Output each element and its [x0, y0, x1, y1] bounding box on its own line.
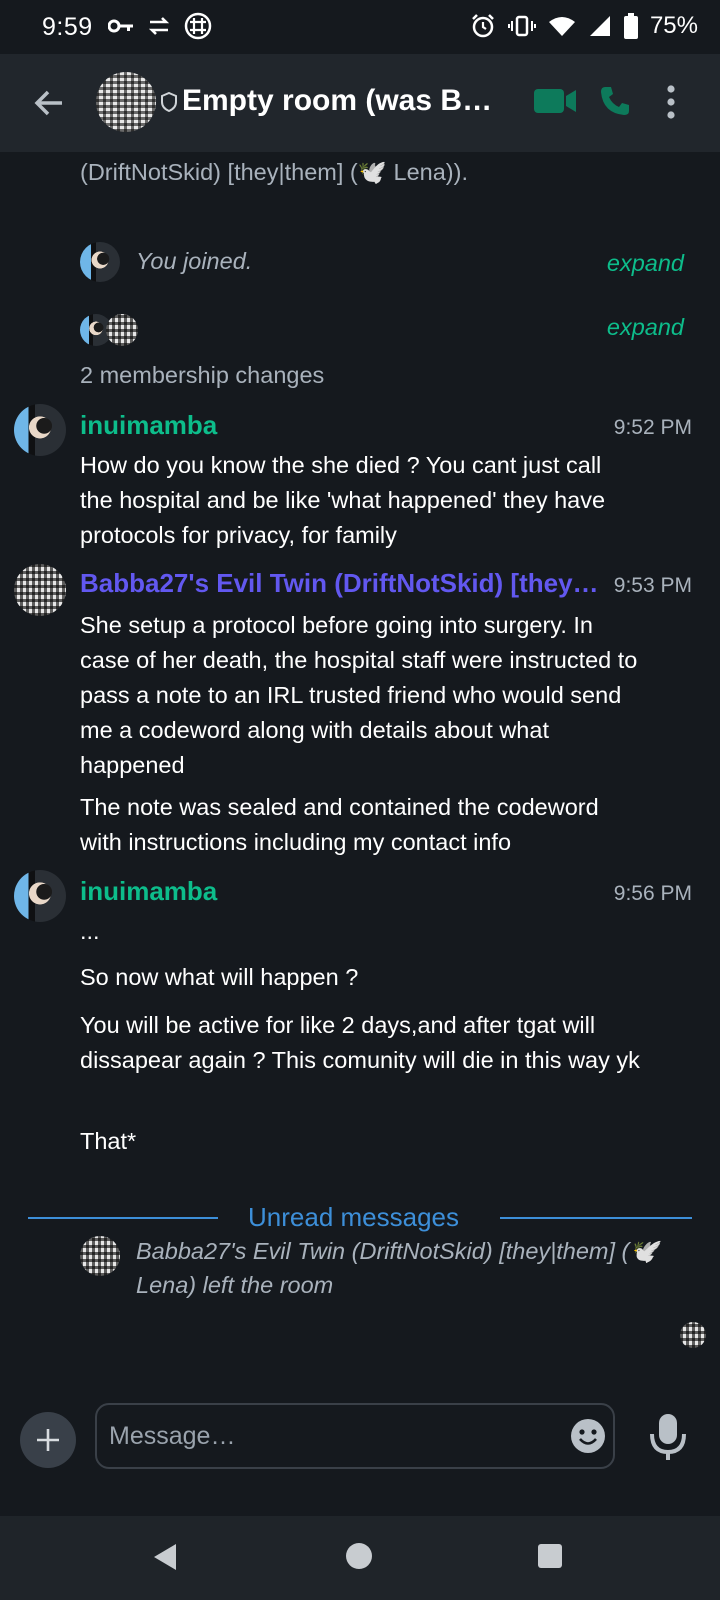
message-input[interactable]	[95, 1403, 615, 1469]
status-bar: 9:59 75%	[0, 0, 720, 54]
avatar[interactable]	[80, 242, 120, 282]
video-call-icon[interactable]	[534, 86, 578, 116]
expand-link-2[interactable]: expand	[607, 314, 684, 341]
avatar	[106, 314, 138, 346]
nav-home-icon[interactable]	[346, 1543, 372, 1569]
sender-name[interactable]: inuimamba	[80, 876, 520, 907]
battery-percent: 75%	[649, 12, 698, 39]
room-header: Empty room (was Ba…	[0, 54, 720, 152]
message-text: The note was sealed and contained the co…	[80, 794, 599, 855]
sender-name[interactable]: inuimamba	[80, 410, 520, 441]
message-timestamp: 9:52 PM	[613, 416, 692, 439]
room-avatar[interactable]	[96, 72, 156, 132]
message-text: So now what will happen ?	[80, 964, 359, 990]
sender-avatar[interactable]	[14, 404, 66, 456]
message-timeline[interactable]: (DriftNotSkid) [they|them] (🕊️ Lena)). Y…	[0, 152, 720, 1400]
read-receipt-avatar[interactable]	[680, 1322, 706, 1348]
expand-link-1[interactable]: expand	[607, 250, 684, 277]
nav-back-icon[interactable]	[152, 1542, 178, 1572]
back-arrow-icon[interactable]	[28, 82, 70, 124]
plus-icon	[37, 1429, 59, 1451]
attach-button[interactable]	[20, 1412, 76, 1468]
message-text: That*	[80, 1128, 137, 1154]
unread-divider-left	[28, 1217, 218, 1219]
message-composer	[0, 1400, 720, 1484]
alarm-icon	[472, 14, 494, 38]
grid-app-icon	[184, 12, 212, 40]
message-timestamp: 9:56 PM	[613, 882, 692, 905]
sender-avatar[interactable]	[14, 564, 66, 616]
left-room-event-text: Babba27's Evil Twin (DriftNotSkid) [they…	[136, 1238, 659, 1298]
membership-changes-summary: 2 membership changes	[80, 362, 325, 388]
key-icon	[108, 19, 133, 33]
emoji-icon[interactable]	[570, 1418, 606, 1454]
message-text: You will be active for like 2 days,and a…	[80, 1012, 640, 1073]
sender-avatar[interactable]	[14, 870, 66, 922]
nav-recents-icon[interactable]	[538, 1544, 562, 1568]
room-title[interactable]: Empty room (was Ba…	[182, 84, 502, 118]
partial-event-text: (DriftNotSkid) [they|them] (🕊️ Lena)).	[80, 159, 468, 185]
more-vert-icon[interactable]	[666, 84, 676, 120]
vibrate-icon	[507, 15, 536, 37]
voice-call-icon[interactable]	[598, 84, 632, 118]
data-swap-icon	[148, 17, 170, 35]
wifi-icon	[548, 17, 575, 36]
joined-event-text: You joined.	[136, 248, 253, 274]
sender-name[interactable]: Babba27's Evil Twin (DriftNotSkid) [they…	[80, 568, 600, 599]
message-text: ...	[80, 918, 100, 944]
unread-messages-label: Unread messages	[248, 1202, 459, 1232]
message-text: She setup a protocol before going into s…	[80, 612, 638, 778]
message-text: How do you know the she died ? You cant …	[80, 452, 606, 548]
avatar[interactable]	[80, 1236, 120, 1276]
signal-icon	[589, 16, 610, 36]
message-timestamp: 9:53 PM	[613, 574, 692, 597]
battery-icon	[623, 13, 638, 39]
system-navigation-bar	[0, 1516, 720, 1600]
unread-divider-right	[500, 1217, 692, 1219]
microphone-icon[interactable]	[648, 1412, 688, 1462]
status-time: 9:59	[42, 13, 93, 41]
shield-icon	[161, 92, 177, 112]
